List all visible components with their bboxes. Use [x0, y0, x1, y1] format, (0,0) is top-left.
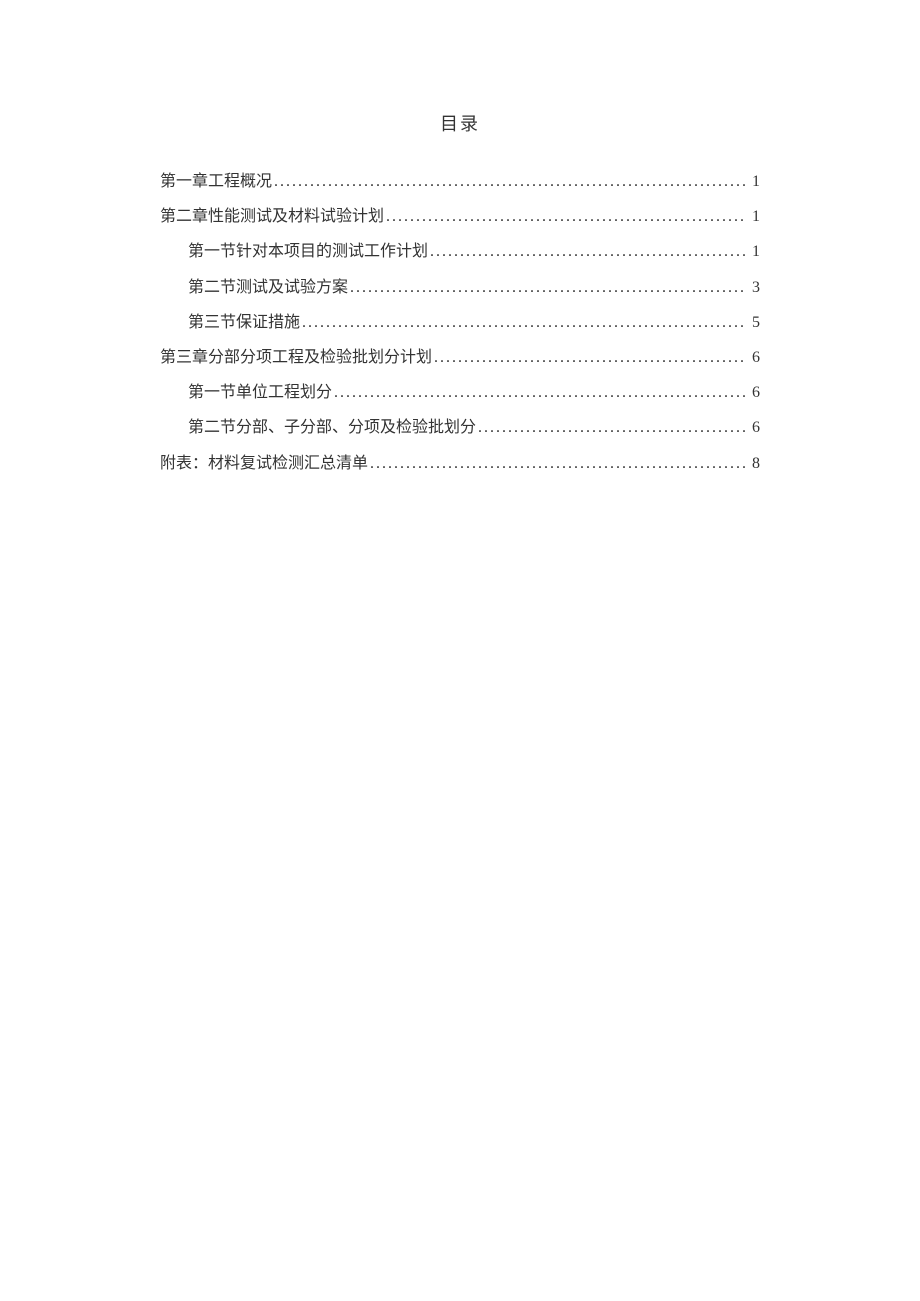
- toc-entry: 第一节针对本项目的测试工作计划 1: [160, 234, 760, 269]
- toc-leader: [430, 234, 746, 269]
- toc-label: 附表：材料复试检测汇总清单: [160, 446, 368, 481]
- toc-list: 第一章工程概况 1 第二章性能测试及材料试验计划 1 第一节针对本项目的测试工作…: [160, 164, 760, 481]
- toc-leader: [274, 164, 746, 199]
- toc-entry: 第二节分部、子分部、分项及检验批划分 6: [160, 410, 760, 445]
- toc-label: 第一章工程概况: [160, 164, 272, 199]
- toc-leader: [334, 375, 746, 410]
- toc-leader: [302, 305, 746, 340]
- toc-leader: [386, 199, 746, 234]
- toc-leader: [434, 340, 746, 375]
- toc-label: 第三章分部分项工程及检验批划分计划: [160, 340, 432, 375]
- toc-page: 8: [748, 446, 760, 481]
- toc-label: 第一节单位工程划分: [188, 375, 332, 410]
- toc-title: 目录: [160, 110, 760, 136]
- toc-entry: 附表：材料复试检测汇总清单 8: [160, 446, 760, 481]
- toc-entry: 第一节单位工程划分 6: [160, 375, 760, 410]
- toc-entry: 第三章分部分项工程及检验批划分计划 6: [160, 340, 760, 375]
- toc-page: 1: [748, 199, 760, 234]
- toc-label: 第二节测试及试验方案: [188, 270, 348, 305]
- toc-entry: 第一章工程概况 1: [160, 164, 760, 199]
- toc-label: 第二节分部、子分部、分项及检验批划分: [188, 410, 476, 445]
- toc-page: 6: [748, 410, 760, 445]
- toc-page: 5: [748, 305, 760, 340]
- toc-entry: 第二章性能测试及材料试验计划 1: [160, 199, 760, 234]
- toc-page: 6: [748, 340, 760, 375]
- toc-label: 第二章性能测试及材料试验计划: [160, 199, 384, 234]
- toc-page: 1: [748, 234, 760, 269]
- toc-leader: [350, 270, 746, 305]
- toc-entry: 第三节保证措施 5: [160, 305, 760, 340]
- toc-page: 3: [748, 270, 760, 305]
- toc-label: 第一节针对本项目的测试工作计划: [188, 234, 428, 269]
- toc-leader: [478, 410, 746, 445]
- toc-page: 1: [748, 164, 760, 199]
- toc-label: 第三节保证措施: [188, 305, 300, 340]
- toc-leader: [370, 446, 746, 481]
- toc-entry: 第二节测试及试验方案 3: [160, 270, 760, 305]
- toc-page: 6: [748, 375, 760, 410]
